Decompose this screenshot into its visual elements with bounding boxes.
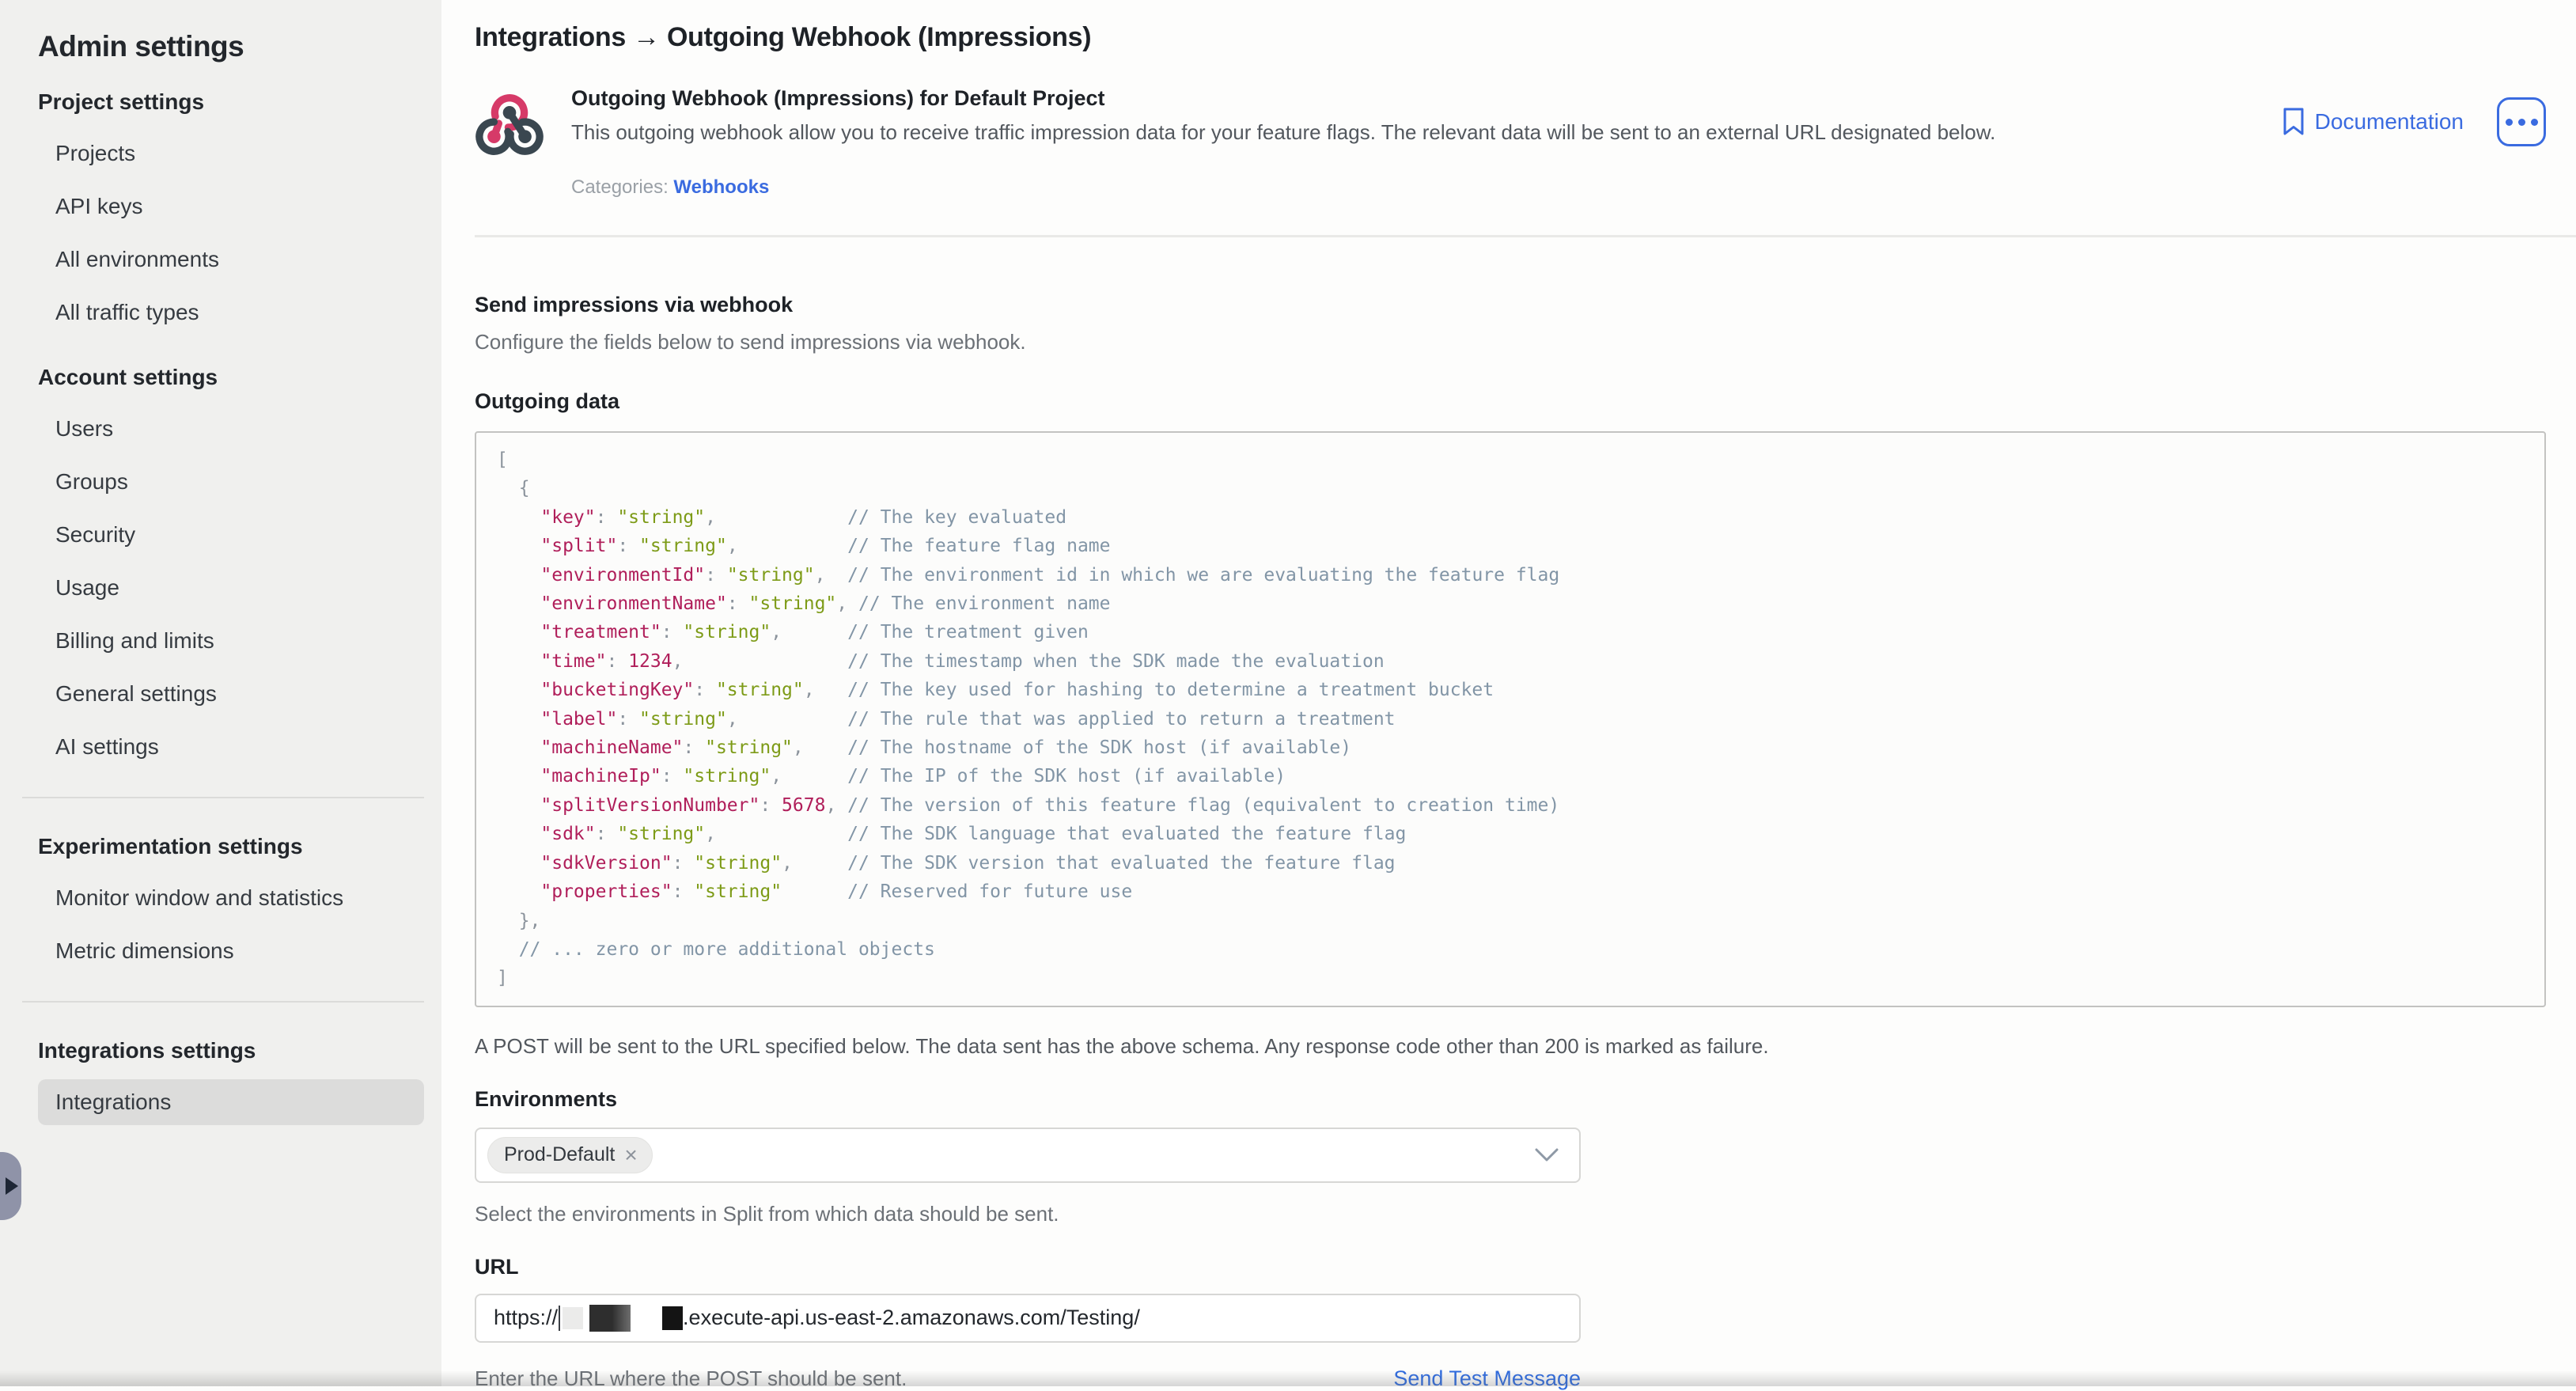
sidebar-item-metric-dimensions[interactable]: Metric dimensions [38, 924, 424, 977]
environment-tag-label: Prod-Default [504, 1143, 615, 1166]
sidebar-item-all-environments[interactable]: All environments [38, 233, 424, 286]
redaction-block [563, 1307, 583, 1329]
categories-label: Categories: [571, 176, 669, 198]
environment-tag[interactable]: Prod-Default × [487, 1137, 653, 1173]
sidebar-collapse-handle[interactable] [0, 1152, 21, 1220]
sidebar-header-experimentation-settings: Experimentation settings [38, 822, 424, 871]
sidebar-item-api-keys[interactable]: API keys [38, 180, 424, 233]
post-note: A POST will be sent to the URL specified… [475, 1034, 2546, 1059]
integration-description: This outgoing webhook allow you to recei… [571, 120, 1995, 145]
environments-help: Select the environments in Split from wh… [475, 1202, 2546, 1226]
remove-tag-icon[interactable]: × [624, 1144, 637, 1166]
admin-sidebar: Admin settings Project settings Projects… [0, 0, 441, 1386]
sidebar-item-integrations[interactable]: Integrations [38, 1079, 424, 1125]
category-webhooks-link[interactable]: Webhooks [673, 176, 769, 198]
text-cursor [559, 1306, 560, 1331]
chevron-down-icon [1535, 1148, 1559, 1162]
bookmark-icon [2282, 107, 2305, 137]
url-label: URL [475, 1255, 2546, 1279]
more-actions-button[interactable] [2497, 97, 2546, 146]
documentation-link[interactable]: Documentation [2282, 107, 2464, 137]
environments-select[interactable]: Prod-Default × [475, 1128, 1581, 1183]
categories-row: Categories: Webhooks [571, 176, 1995, 199]
url-help: Enter the URL where the POST should be s… [475, 1366, 907, 1391]
sidebar-section-integrations-settings: Integrations settings Integrations [38, 1026, 424, 1125]
sidebar-section-account-settings: Account settings Users Groups Security U… [38, 353, 424, 773]
sidebar-item-users[interactable]: Users [38, 402, 424, 455]
outgoing-data-label: Outgoing data [475, 389, 2546, 414]
ellipsis-icon [2506, 119, 2513, 126]
sidebar-divider [22, 1001, 424, 1003]
main-content: Integrations → Outgoing Webhook (Impress… [441, 0, 2576, 1386]
sidebar-header-project-settings: Project settings [38, 78, 424, 127]
integration-title: Outgoing Webhook (Impressions) for Defau… [571, 86, 1995, 111]
sidebar-section-experimentation-settings: Experimentation settings Monitor window … [38, 822, 424, 977]
sidebar-header-account-settings: Account settings [38, 353, 424, 402]
sidebar-item-ai-settings[interactable]: AI settings [38, 720, 424, 773]
integration-header-card: Outgoing Webhook (Impressions) for Defau… [475, 86, 2546, 199]
sidebar-header-integrations-settings: Integrations settings [38, 1026, 424, 1075]
sidebar-divider [22, 797, 424, 798]
documentation-label: Documentation [2315, 109, 2464, 135]
divider [475, 235, 2576, 237]
sidebar-title: Admin settings [38, 30, 424, 63]
sidebar-item-billing-and-limits[interactable]: Billing and limits [38, 614, 424, 667]
page-title: Integrations → Outgoing Webhook (Impress… [475, 22, 2546, 53]
environments-label: Environments [475, 1087, 2546, 1112]
send-test-message-link[interactable]: Send Test Message [1393, 1366, 1581, 1391]
chevron-right-icon [6, 1177, 18, 1195]
redaction-block [589, 1305, 631, 1332]
sidebar-item-security[interactable]: Security [38, 508, 424, 561]
url-suffix: .execute-api.us-east-2.amazonaws.com/Tes… [683, 1306, 1140, 1330]
code-block: [ { "key": "string", // The key evaluate… [497, 445, 2524, 993]
section-title: Send impressions via webhook [475, 293, 2546, 317]
sidebar-item-groups[interactable]: Groups [38, 455, 424, 508]
webhook-logo-icon [475, 89, 544, 199]
sidebar-item-monitor-window-and-statistics[interactable]: Monitor window and statistics [38, 871, 424, 924]
redaction-block [662, 1306, 683, 1330]
sidebar-item-projects[interactable]: Projects [38, 127, 424, 180]
sidebar-item-all-traffic-types[interactable]: All traffic types [38, 286, 424, 339]
url-prefix: https:// [494, 1306, 558, 1330]
sidebar-item-general-settings[interactable]: General settings [38, 667, 424, 720]
sidebar-section-project-settings: Project settings Projects API keys All e… [38, 78, 424, 339]
sidebar-item-usage[interactable]: Usage [38, 561, 424, 614]
section-subtitle: Configure the fields below to send impre… [475, 330, 2546, 354]
outgoing-data-schema-box: [ { "key": "string", // The key evaluate… [475, 431, 2546, 1007]
url-input[interactable]: https:// .execute-api.us-east-2.amazonaw… [475, 1294, 1581, 1343]
